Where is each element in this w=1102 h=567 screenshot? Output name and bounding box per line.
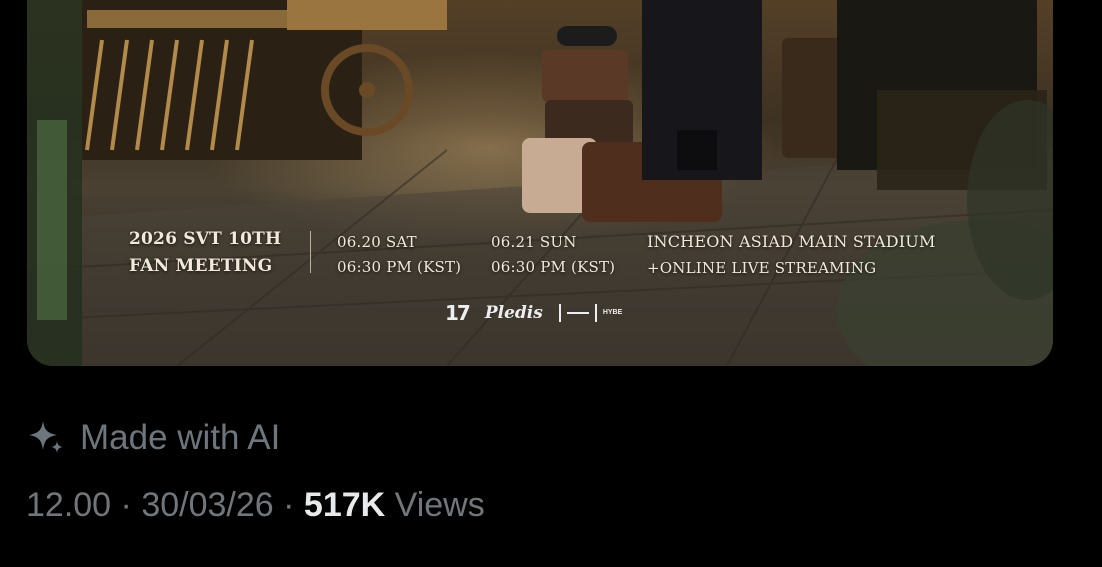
event-title-line2: FAN MEETING [129, 256, 273, 276]
svt-logo: 17 [445, 301, 471, 325]
streaming-info: +ONLINE LIVE STREAMING [647, 259, 877, 277]
meta-separator: · [120, 486, 132, 524]
hybe-logo-text: HYBE [602, 309, 623, 316]
day2-time: 06:30 PM (KST) [491, 258, 616, 276]
day1-time: 06:30 PM (KST) [337, 258, 462, 276]
sponsor-logos: 17 Pledis HYBE [445, 301, 625, 325]
day1-date: 06.20 SAT [337, 233, 417, 251]
post-media-image[interactable]: 2026 SVT 10TH FAN MEETING 06.20 SAT 06:3… [27, 0, 1053, 366]
views-label[interactable]: Views [395, 486, 485, 524]
made-with-ai-label[interactable]: Made with AI [26, 418, 280, 458]
event-title: 2026 SVT 10TH FAN MEETING [129, 226, 281, 280]
day2-schedule: 06.21 SUN 06:30 PM (KST) [491, 230, 615, 280]
post-meta: 12.00 · 30/03/26 · 517K Views [26, 486, 485, 525]
venue-name: INCHEON ASIAD MAIN STADIUM [647, 232, 936, 251]
day2-date: 06.21 SUN [491, 233, 577, 251]
hybe-logo-bar [594, 304, 597, 322]
ai-label-text: Made with AI [80, 418, 281, 457]
hybe-logo: HYBE [558, 304, 625, 322]
poster-divider [310, 231, 311, 273]
venue-info: INCHEON ASIAD MAIN STADIUM +ONLINE LIVE … [647, 229, 936, 281]
views-count[interactable]: 517K [304, 486, 385, 524]
post-date[interactable]: 30/03/26 [141, 486, 273, 524]
event-title-line1: 2026 SVT 10TH [129, 229, 282, 249]
hybe-logo-bar [558, 304, 561, 322]
meta-separator: · [283, 486, 295, 524]
day1-schedule: 06.20 SAT 06:30 PM (KST) [337, 230, 461, 280]
sparkle-icon [29, 421, 63, 453]
hybe-logo-line [566, 312, 589, 314]
pledis-logo: Pledis [484, 303, 543, 323]
post-time[interactable]: 12.00 [26, 486, 111, 524]
